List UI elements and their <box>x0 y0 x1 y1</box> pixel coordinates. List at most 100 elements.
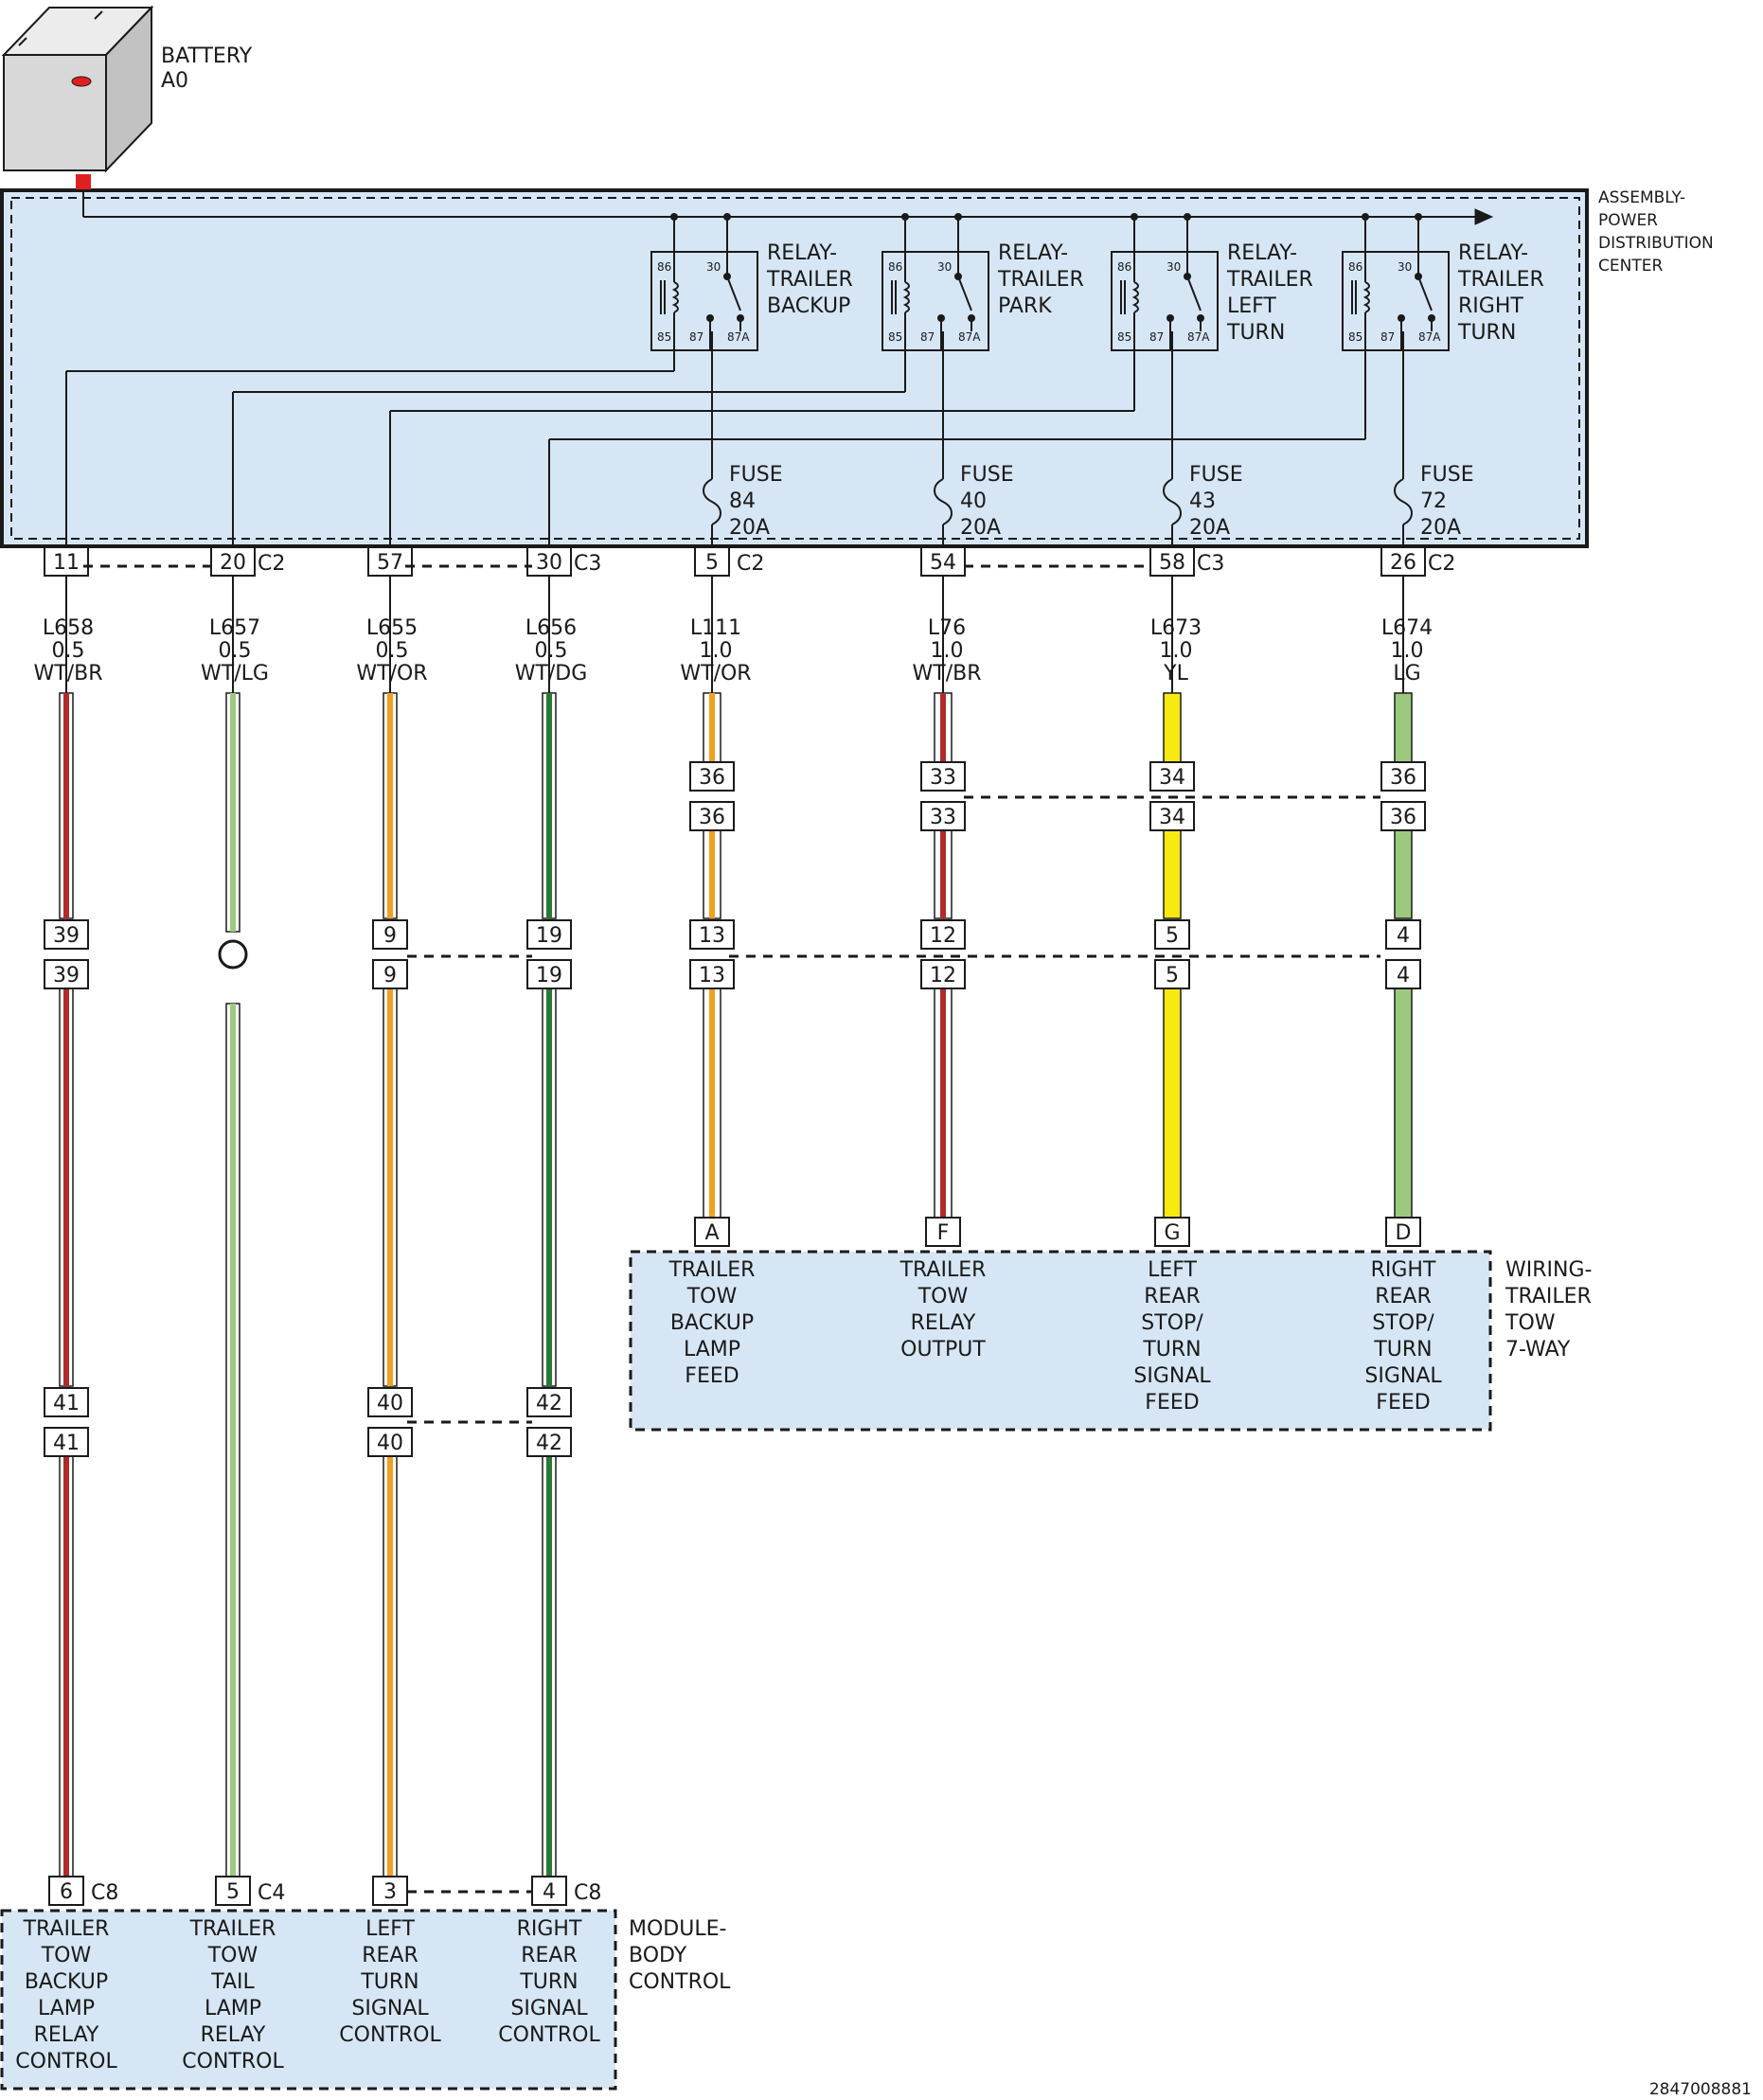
relay-name: TURN <box>1457 321 1516 345</box>
connector-id: C4 <box>258 1881 285 1905</box>
pin-number: 12 <box>930 964 956 988</box>
wire-stripe <box>940 987 946 1218</box>
relay-name: TRAILER <box>997 268 1084 292</box>
wire-stripe <box>709 987 715 1218</box>
trailer-pin-function: TURN <box>1142 1338 1201 1361</box>
trailer-connector-name: TRAILER <box>1505 1285 1592 1308</box>
bcm-name: BODY <box>629 1944 687 1967</box>
wire-l656: 30 19 19 42 42 4 <box>526 546 572 1906</box>
splice-dot <box>670 213 678 221</box>
wire-gauge: 1.0 <box>1391 639 1424 663</box>
bcm-pin-function: CONTROL <box>498 2023 600 2047</box>
pdc-name: CENTER <box>1598 257 1663 276</box>
pin-number: 5 <box>1166 924 1179 948</box>
battery-front <box>3 54 107 171</box>
wire-insulation <box>1163 986 1182 1219</box>
trailer-connector-name: 7-WAY <box>1505 1338 1571 1361</box>
relay-name: RIGHT <box>1458 294 1523 318</box>
wire-harness: 11 39 39 41 41 6 20 5 57 9 9 40 40 3 30 19 19 42 42 4 5 36 36 1… <box>44 546 1426 1906</box>
bcm-pin-function: LEFT <box>365 1917 415 1941</box>
splice-dot <box>723 213 731 221</box>
pin-number: 5 <box>226 1880 240 1904</box>
bcm-pin-function: TRAILER <box>23 1917 110 1941</box>
wire-insulation <box>1394 692 1413 763</box>
pin-number: 42 <box>536 1432 562 1455</box>
pin-number: 34 <box>1159 806 1185 829</box>
pin-number: 36 <box>1390 806 1416 829</box>
pin-number: 33 <box>930 806 956 829</box>
circuit-id: L656 <box>525 616 577 640</box>
pin-number: 4 <box>1397 924 1410 948</box>
pin-number: 34 <box>1159 766 1185 790</box>
terminal-label: 87A <box>1187 330 1210 344</box>
fuse-label: 20A <box>729 516 770 540</box>
wire-l657: 20 5 <box>210 546 256 1906</box>
wire-color-code: WT/LG <box>201 662 269 685</box>
pin-number: 9 <box>383 924 397 948</box>
splice-dot <box>1415 213 1422 221</box>
relay-name: TRAILER <box>1226 268 1313 292</box>
trailer-pin-function: REAR <box>1375 1285 1432 1308</box>
pin-number: 26 <box>1390 551 1416 575</box>
wire-stripe <box>940 828 946 918</box>
circuit-id: L657 <box>209 616 260 640</box>
fuse-label: FUSE <box>960 463 1014 487</box>
splice-dot <box>1362 213 1369 221</box>
wire-stripe <box>387 693 393 918</box>
splice-dot <box>1131 213 1138 221</box>
pin-number: 20 <box>220 551 246 575</box>
wire-stripe <box>546 987 552 1386</box>
terminal-label: 87 <box>1380 330 1395 344</box>
wire-insulation <box>1394 828 1413 919</box>
wire-gauge: 1.0 <box>1160 639 1193 663</box>
terminal-label: 85 <box>1348 330 1362 344</box>
pin-number: 58 <box>1159 551 1185 575</box>
trailer-connector-name: TOW <box>1505 1311 1556 1335</box>
pin-number: 30 <box>536 551 562 575</box>
pin-number: 6 <box>60 1880 73 1904</box>
circuit-id: L673 <box>1150 616 1202 640</box>
terminal-label: 86 <box>657 260 671 274</box>
wire-color-code: WT/OR <box>356 662 427 685</box>
pdc-name: POWER <box>1598 211 1658 230</box>
pin-number: 11 <box>53 551 80 575</box>
wire-color-code: WT/BR <box>913 662 982 685</box>
fuse-label: FUSE <box>729 463 783 487</box>
wire-insulation <box>1163 828 1182 919</box>
terminal-label: 30 <box>1398 260 1412 274</box>
trailer-pin-function: TRAILER <box>668 1258 756 1282</box>
relay-name: RELAY- <box>1227 241 1297 265</box>
battery-name: A0 <box>161 69 188 93</box>
pin-number: A <box>704 1221 719 1245</box>
connector-id: C2 <box>258 552 285 576</box>
pin-number: 12 <box>930 924 956 948</box>
pin-number: 39 <box>53 964 80 988</box>
battery <box>1 5 154 189</box>
wire-gauge: 1.0 <box>931 639 964 663</box>
power-distribution-center: 86 30 85 87 87A 86 30 85 87 87A 86 30 85 87 87A 86 30 85 8… <box>0 178 1589 548</box>
pin-number: D <box>1396 1221 1412 1245</box>
trailer-pin-function: RELAY <box>911 1311 976 1335</box>
connector-id: C8 <box>574 1881 601 1905</box>
trailer-pin-function: TOW <box>917 1285 969 1308</box>
bcm-pin-function: TURN <box>360 1970 418 1994</box>
pin-number: 9 <box>383 964 397 988</box>
wire-stripe <box>546 1454 552 1884</box>
terminal-label: 87 <box>920 330 935 344</box>
trailer-pin-function: TOW <box>686 1285 738 1308</box>
trailer-pin-function: SIGNAL <box>1364 1364 1442 1388</box>
bcm-pin-function: RELAY <box>201 2023 266 2047</box>
bcm-pin-function: BACKUP <box>25 1970 108 1994</box>
terminal-label: 30 <box>706 260 721 274</box>
wire-stripe <box>230 1004 236 1884</box>
pin-number: 40 <box>377 1392 403 1415</box>
bcm-pin-function: REAR <box>362 1944 418 1967</box>
bcm-pin-function: CONTROL <box>339 2023 441 2047</box>
relay-name: TRAILER <box>766 268 853 292</box>
pin-number: 13 <box>699 964 725 988</box>
pin-number: 19 <box>536 964 562 988</box>
pdc-name: ASSEMBLY- <box>1598 188 1685 207</box>
pin-number: 36 <box>699 806 725 829</box>
terminal-label: 87 <box>1149 330 1164 344</box>
pin-number: 4 <box>543 1880 556 1904</box>
